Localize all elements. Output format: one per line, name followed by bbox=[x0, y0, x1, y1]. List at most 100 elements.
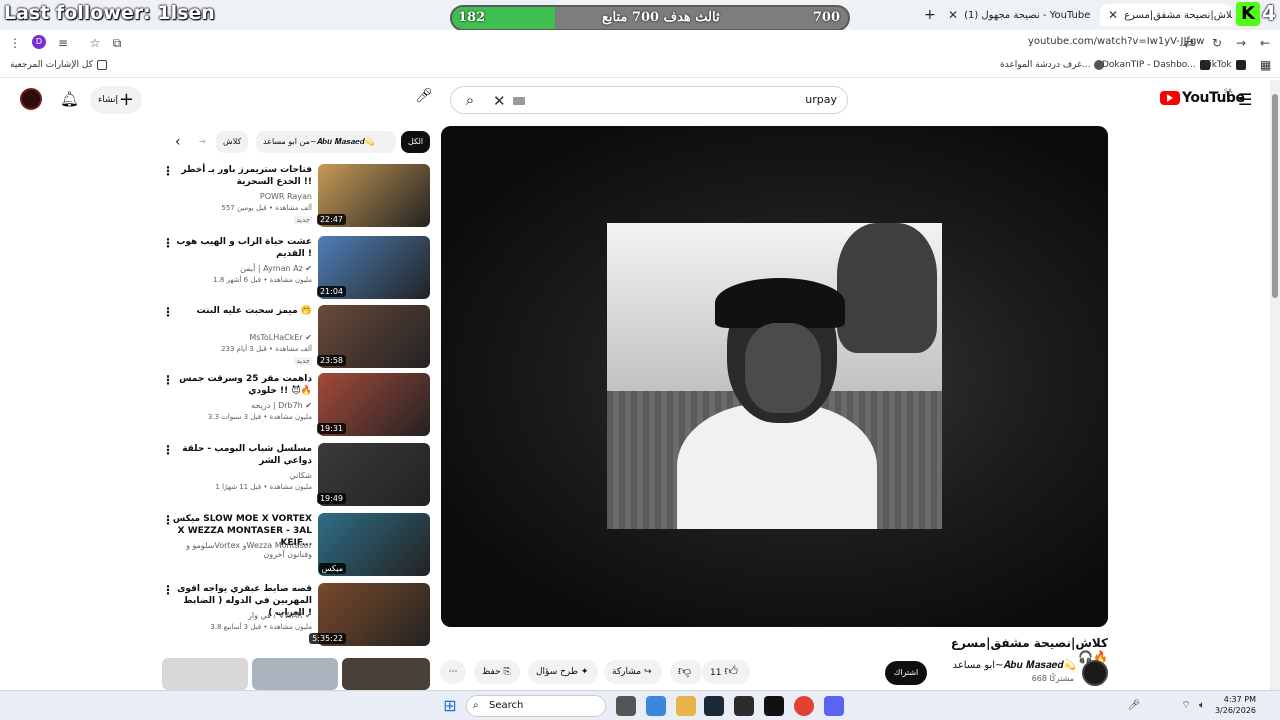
channel-name[interactable]: أيمن | Ayman Az ✔ bbox=[172, 264, 312, 273]
menu-dots-icon[interactable]: ⋮ bbox=[6, 34, 24, 52]
task-view-icon[interactable] bbox=[616, 696, 636, 716]
video-title[interactable]: داهمت مقر 25 وسرقت جمس خلودي !! 😈🔥 bbox=[172, 373, 312, 397]
more-options-icon[interactable]: ⋮ bbox=[162, 305, 174, 319]
bookmark-tiktok[interactable]: TikTok bbox=[1204, 60, 1246, 70]
list-item[interactable]: 5:35:22 قصه ضابط عبقري يواجه اقوى المهربي… bbox=[162, 583, 430, 647]
bookmark-dating[interactable]: غرف دردشة المواعدة... bbox=[1000, 60, 1105, 70]
more-actions-button[interactable]: ⋯ bbox=[440, 660, 466, 684]
video-player[interactable] bbox=[441, 126, 1108, 627]
channel-avatar[interactable] bbox=[1082, 660, 1108, 686]
video-meta: 3.3 مليون مشاهدة • قبل 3 سنوات bbox=[207, 413, 312, 421]
playlist-icon[interactable]: ≡ bbox=[54, 34, 72, 52]
video-title[interactable]: عشت حياة الراب و الهيب هوب القديم ! bbox=[172, 236, 312, 260]
video-duration: 5:35:22 bbox=[309, 633, 346, 644]
mic-tray-icon[interactable]: 🎤︎ bbox=[1124, 696, 1144, 716]
ask-label: طرح سؤال bbox=[536, 667, 579, 677]
bookmarks-bar: كل الإشارات المرجعية غرف دردشة المواعدة.… bbox=[0, 56, 1280, 78]
close-tab-icon[interactable]: ✕ bbox=[1108, 8, 1118, 22]
search-icon[interactable]: ⌕ bbox=[459, 91, 481, 111]
site-settings-icon[interactable]: ⇄ bbox=[1180, 34, 1198, 52]
address-bar-row: ⋮ D ≡ ☆ ⧉ youtube.com/watch?v=Iw1yV-JJfg… bbox=[0, 30, 1280, 56]
dislike-button[interactable]: 👎︎ bbox=[670, 660, 702, 684]
chevron-left-icon[interactable]: ‹ bbox=[168, 131, 188, 153]
chip-scroll-arrow-icon[interactable]: → bbox=[192, 131, 213, 153]
video-frame bbox=[607, 223, 942, 529]
subscribe-button[interactable]: اشتراك bbox=[885, 661, 927, 685]
channel-name[interactable]: POWR Rayan bbox=[172, 192, 312, 201]
list-item[interactable]: 23:58 ميمز سحبت عليه البنت 🤭 MsToLHaCkEr ✔… bbox=[162, 305, 430, 369]
voice-search-mic-icon[interactable]: 🎤︎ bbox=[412, 88, 436, 112]
create-button[interactable]: إنشاء + bbox=[90, 86, 142, 114]
video-title[interactable]: فناجات ستريمرز باور بـ أخطر الخدع السحري… bbox=[172, 164, 312, 188]
bookmark-star-icon[interactable]: ☆ bbox=[86, 34, 104, 52]
partial-thumbnail[interactable] bbox=[342, 658, 430, 690]
more-options-icon[interactable]: ⋮ bbox=[162, 236, 174, 250]
channel-name[interactable]: في وار / VWAR ✔ bbox=[172, 611, 312, 620]
like-button[interactable]: 11 👍︎ bbox=[702, 660, 750, 684]
more-options-icon[interactable]: ⋮ bbox=[162, 513, 174, 527]
all-bookmarks[interactable]: كل الإشارات المرجعية bbox=[10, 60, 107, 70]
windows-start-icon[interactable]: ⊞ bbox=[440, 696, 460, 716]
search-input[interactable]: urpay bbox=[805, 93, 837, 106]
chip-from-channel[interactable]: من ابو مساعد~𝑨𝒃𝒖 𝑴𝒂𝒔𝒂𝒆𝒅💫 bbox=[256, 131, 396, 153]
app-icon[interactable] bbox=[764, 696, 784, 716]
video-title[interactable]: ميمز سحبت عليه البنت 🤭 bbox=[172, 305, 312, 317]
more-options-icon[interactable]: ⋮ bbox=[162, 164, 174, 178]
apps-grid-icon[interactable]: ▦ bbox=[1260, 58, 1271, 72]
keyboard-icon[interactable] bbox=[513, 97, 525, 105]
taskbar-clock[interactable]: 4:37 PM 3/26/2026 bbox=[1212, 694, 1256, 716]
thumbs-up-icon: 👍︎ bbox=[724, 664, 738, 679]
video-title[interactable]: مسلسل شباب البومب - حلقة دواعي الشر bbox=[172, 443, 312, 467]
discord-icon[interactable] bbox=[824, 696, 844, 716]
chip-all[interactable]: الكل bbox=[401, 131, 431, 153]
close-tab-icon[interactable]: ✕ bbox=[948, 8, 958, 22]
app-icon[interactable] bbox=[734, 696, 754, 716]
profile-avatar[interactable]: D bbox=[32, 35, 46, 49]
video-duration: 19:31 bbox=[316, 423, 346, 434]
page-scrollbar[interactable] bbox=[1270, 80, 1280, 690]
volume-icon[interactable]: 🔈︎ bbox=[1192, 696, 1212, 716]
more-options-icon[interactable]: ⋮ bbox=[162, 583, 174, 597]
new-tab-button[interactable]: + bbox=[916, 4, 938, 26]
bookmark-dokantip[interactable]: DokanTIP - Dashbo... bbox=[1102, 60, 1210, 70]
more-options-icon[interactable]: ⋮ bbox=[162, 443, 174, 457]
list-item[interactable]: 19:49 مسلسل شباب البومب - حلقة دواعي الشر… bbox=[162, 443, 430, 507]
save-button[interactable]: حفظ ⎘ bbox=[474, 660, 520, 684]
share-label: مشاركة bbox=[612, 667, 642, 677]
channel-name[interactable]: شكاتي bbox=[172, 471, 312, 480]
chrome-icon[interactable] bbox=[794, 696, 814, 716]
url-text[interactable]: youtube.com/watch?v=Iw1yV-JJfgw bbox=[1028, 36, 1204, 47]
back-icon[interactable]: ← bbox=[1256, 34, 1274, 52]
clock-date: 3/26/2026 bbox=[1214, 706, 1256, 715]
notifications-bell-icon[interactable]: 🔔︎ bbox=[60, 90, 79, 108]
forward-icon[interactable]: → bbox=[1232, 34, 1250, 52]
reload-icon[interactable]: ↻ bbox=[1208, 34, 1226, 52]
bookmark-label: غرف دردشة المواعدة... bbox=[1000, 60, 1091, 70]
hamburger-menu-icon[interactable]: ☰ bbox=[1238, 90, 1252, 109]
list-item[interactable]: 22:47 فناجات ستريمرز باور بـ أخطر الخدع ا… bbox=[162, 164, 430, 228]
channel-name[interactable]: دريحه | Drb7h ✔ bbox=[172, 401, 312, 410]
chip-related[interactable]: كلاش bbox=[216, 131, 249, 153]
channel-name[interactable]: سلومو وVortex وWezza Montaser وفنانون آخ… bbox=[172, 541, 312, 559]
partial-thumbnail[interactable] bbox=[252, 658, 338, 690]
file-explorer-icon[interactable] bbox=[676, 696, 696, 716]
steam-icon[interactable] bbox=[704, 696, 724, 716]
scrollbar-thumb[interactable] bbox=[1272, 94, 1278, 298]
channel-name[interactable]: ابو مساعد~𝑨𝒃𝒖 𝑴𝒂𝒔𝒂𝒆𝒅💫 bbox=[940, 660, 1076, 671]
tab-active[interactable]: ✕ كلاش|نصيحة مشفق|مسرع bbox=[1100, 4, 1232, 26]
avatar[interactable] bbox=[20, 88, 42, 110]
list-item[interactable]: 19:31 داهمت مقر 25 وسرقت جمس خلودي !! 😈🔥 د… bbox=[162, 373, 430, 437]
search-box[interactable]: ⌕ ✕ urpay bbox=[450, 86, 848, 114]
copilot-icon[interactable] bbox=[646, 696, 666, 716]
channel-name[interactable]: MsToLHaCkEr ✔ bbox=[172, 333, 312, 342]
clear-search-icon[interactable]: ✕ bbox=[493, 92, 506, 110]
list-item[interactable]: 21:04 عشت حياة الراب و الهيب هوب القديم !… bbox=[162, 236, 430, 300]
more-options-icon[interactable]: ⋮ bbox=[162, 373, 174, 387]
list-item[interactable]: ميكس ميكس SLOW MOE X VORTEX X WEZZA MONTA… bbox=[162, 513, 430, 577]
ask-button[interactable]: طرح سؤال ✦ bbox=[528, 660, 598, 684]
share-button[interactable]: مشاركة ↪ bbox=[604, 660, 662, 684]
cast-icon[interactable]: ⧉ bbox=[108, 34, 126, 52]
taskbar-search[interactable]: ⌕ Search bbox=[466, 695, 606, 717]
tab-youtube[interactable]: ✕ (1) نصيحة مجهول - YouTube bbox=[940, 4, 1098, 26]
partial-thumbnail[interactable] bbox=[162, 658, 248, 690]
